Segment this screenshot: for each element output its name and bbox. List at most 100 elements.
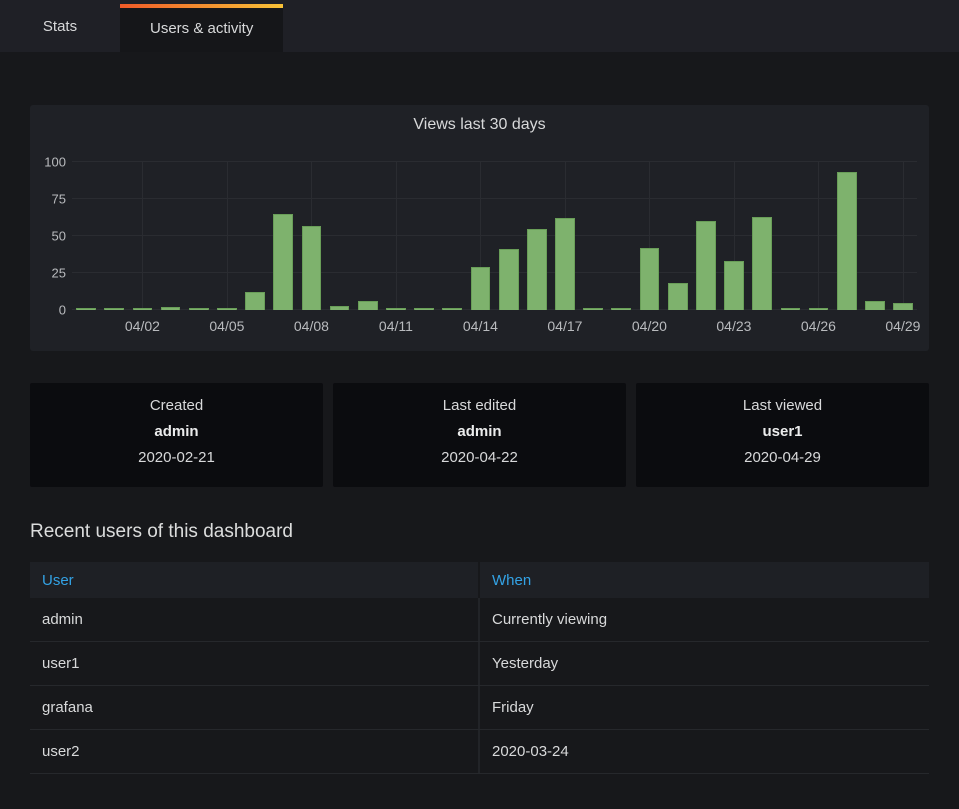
bar-slot <box>861 162 889 310</box>
bar-04/14 <box>471 267 491 310</box>
tab-bar: Stats Users & activity <box>0 0 959 52</box>
bars-layer <box>72 162 917 310</box>
recent-users-heading: Recent users of this dashboard <box>30 521 929 543</box>
bar-slot <box>804 162 832 310</box>
x-tick-label: 04/29 <box>885 318 920 334</box>
bar-04/17 <box>555 218 575 310</box>
bar-slot <box>551 162 579 310</box>
cell-when: Currently viewing <box>478 598 929 641</box>
bar-slot <box>185 162 213 310</box>
table-row: user22020-03-24 <box>30 730 929 774</box>
bar-slot <box>495 162 523 310</box>
chart-area: 0255075100 04/0204/0504/0804/1104/1404/1… <box>30 162 929 351</box>
stat-label: Last viewed <box>636 397 929 414</box>
chart-title: Views last 30 days <box>30 105 929 134</box>
cell-user: grafana <box>30 686 478 729</box>
bar-slot <box>523 162 551 310</box>
bar-slot <box>579 162 607 310</box>
x-tick-label: 04/11 <box>379 318 413 334</box>
insights-content: Views last 30 days 0255075100 04/0204/05… <box>0 105 959 774</box>
stat-card-created: Created admin 2020-02-21 <box>30 383 323 487</box>
bar-04/27 <box>837 172 857 310</box>
bar-slot <box>720 162 748 310</box>
bar-slot <box>100 162 128 310</box>
insights-page: { "tabs": [ { "label": "Stats", "active"… <box>0 0 959 809</box>
bar-04/15 <box>499 249 519 310</box>
recent-users-table: User When adminCurrently viewinguser1Yes… <box>30 562 929 774</box>
bar-slot <box>438 162 466 310</box>
stat-user: user1 <box>636 423 929 440</box>
bar-04/06 <box>245 292 265 310</box>
y-axis: 0255075100 <box>30 162 66 310</box>
tab-users-activity[interactable]: Users & activity <box>120 4 283 52</box>
stat-card-last-viewed: Last viewed user1 2020-04-29 <box>636 383 929 487</box>
y-tick-label: 50 <box>52 229 66 244</box>
stat-user: admin <box>30 423 323 440</box>
bar-slot <box>326 162 354 310</box>
bar-04/08 <box>302 226 322 310</box>
stat-label: Last edited <box>333 397 626 414</box>
x-tick-label: 04/20 <box>632 318 667 334</box>
y-tick-label: 25 <box>52 266 66 281</box>
stat-date: 2020-02-21 <box>30 449 323 466</box>
x-axis: 04/0204/0504/0804/1104/1404/1704/2004/23… <box>72 310 917 340</box>
bar-slot <box>889 162 917 310</box>
bar-04/21 <box>668 283 688 310</box>
bar-04/23 <box>724 261 744 310</box>
stat-date: 2020-04-22 <box>333 449 626 466</box>
bar-slot <box>635 162 663 310</box>
bar-slot <box>269 162 297 310</box>
bar-04/24 <box>752 217 772 310</box>
bar-slot <box>466 162 494 310</box>
y-tick-label: 75 <box>52 192 66 207</box>
x-tick-label: 04/08 <box>294 318 329 334</box>
bar-slot <box>410 162 438 310</box>
bar-plot <box>72 162 917 310</box>
recent-users-tbody: adminCurrently viewinguser1Yesterdaygraf… <box>30 598 929 774</box>
cell-when: 2020-03-24 <box>478 730 929 773</box>
bar-slot <box>241 162 269 310</box>
cell-when: Yesterday <box>478 642 929 685</box>
tab-stats[interactable]: Stats <box>0 0 120 52</box>
bar-slot <box>692 162 720 310</box>
bar-slot <box>382 162 410 310</box>
views-chart-panel: Views last 30 days 0255075100 04/0204/05… <box>30 105 929 351</box>
column-header-user[interactable]: User <box>30 562 478 598</box>
bar-slot <box>128 162 156 310</box>
y-tick-label: 100 <box>44 155 66 170</box>
bar-slot <box>664 162 692 310</box>
bar-slot <box>72 162 100 310</box>
x-tick-label: 04/23 <box>716 318 751 334</box>
cell-user: user1 <box>30 642 478 685</box>
bar-slot <box>213 162 241 310</box>
bar-04/16 <box>527 229 547 310</box>
bar-04/07 <box>273 214 293 310</box>
table-header-row: User When <box>30 562 929 598</box>
stat-cards: Created admin 2020-02-21 Last edited adm… <box>30 383 929 487</box>
table-row: adminCurrently viewing <box>30 598 929 642</box>
bar-slot <box>776 162 804 310</box>
y-tick-label: 0 <box>59 303 66 318</box>
x-tick-label: 04/17 <box>547 318 582 334</box>
x-tick-label: 04/26 <box>801 318 836 334</box>
bar-04/10 <box>358 301 378 310</box>
bar-slot <box>833 162 861 310</box>
bar-04/28 <box>865 301 885 310</box>
x-tick-label: 04/05 <box>209 318 244 334</box>
cell-when: Friday <box>478 686 929 729</box>
table-row: user1Yesterday <box>30 642 929 686</box>
bar-04/20 <box>640 248 660 310</box>
bar-04/29 <box>893 303 913 310</box>
cell-user: user2 <box>30 730 478 773</box>
bar-slot <box>748 162 776 310</box>
stat-user: admin <box>333 423 626 440</box>
x-tick-label: 04/14 <box>463 318 498 334</box>
stat-label: Created <box>30 397 323 414</box>
bar-slot <box>297 162 325 310</box>
bar-04/22 <box>696 221 716 310</box>
table-row: grafanaFriday <box>30 686 929 730</box>
bar-slot <box>607 162 635 310</box>
stat-card-last-edited: Last edited admin 2020-04-22 <box>333 383 626 487</box>
column-header-when[interactable]: When <box>480 562 929 598</box>
cell-user: admin <box>30 598 478 641</box>
